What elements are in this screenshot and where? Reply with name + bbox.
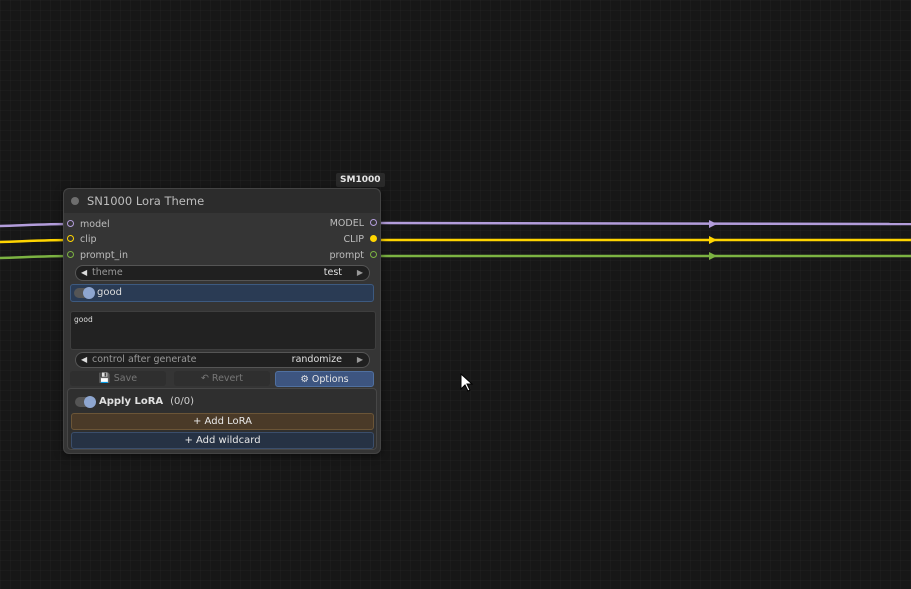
lora-count: (0/0) <box>170 396 195 407</box>
good-toggle-row[interactable]: good <box>70 284 374 302</box>
lora-theme-node[interactable]: SN1000 Lora Theme model clip prompt_in M… <box>63 188 381 454</box>
left-arrow-icon[interactable]: ◀ <box>81 353 87 367</box>
control-after-generate-combo[interactable]: ◀ control after generate randomize ▶ <box>75 352 370 368</box>
slot-label: prompt <box>329 250 364 261</box>
slot-label: prompt_in <box>80 250 128 261</box>
good-toggle[interactable] <box>74 287 95 299</box>
toggle-label: good <box>97 287 122 298</box>
slot-dot-icon[interactable] <box>370 235 377 242</box>
output-slot-clip[interactable]: CLIP <box>344 233 377 247</box>
collapse-dot-icon[interactable] <box>71 197 79 205</box>
text-input[interactable]: good <box>70 311 376 350</box>
combo-value: test <box>323 267 342 278</box>
input-slot-clip[interactable]: clip <box>67 233 97 247</box>
graph-canvas[interactable]: SM1000 SN1000 Lora Theme model clip prom… <box>0 0 911 589</box>
node-badge: SM1000 <box>336 173 385 187</box>
toggle-knob-icon <box>83 287 95 299</box>
combo-label: theme <box>92 267 123 278</box>
arrow-prompt <box>709 252 717 260</box>
input-slot-prompt-in[interactable]: prompt_in <box>67 249 128 263</box>
slot-dot-icon[interactable] <box>67 251 74 258</box>
slot-label: CLIP <box>343 234 364 245</box>
slot-label: model <box>80 219 110 230</box>
mouse-cursor-icon <box>460 373 474 392</box>
apply-lora-label: Apply LoRA (0/0) <box>99 396 194 407</box>
theme-combo[interactable]: ◀ theme test ▶ <box>75 265 370 281</box>
node-title-bar[interactable]: SN1000 Lora Theme <box>64 189 380 213</box>
options-button[interactable]: ⚙ Options <box>275 371 374 387</box>
lora-panel: Apply LoRA (0/0) + Add LoRA + Add wildca… <box>67 388 377 450</box>
right-arrow-icon[interactable]: ▶ <box>357 353 363 367</box>
input-slot-model[interactable]: model <box>67 218 110 232</box>
output-slot-prompt[interactable]: prompt <box>329 249 377 263</box>
apply-lora-text: Apply LoRA <box>99 396 164 407</box>
link-clip-in <box>0 238 71 244</box>
link-prompt-in <box>0 254 71 260</box>
node-title: SN1000 Lora Theme <box>87 194 205 208</box>
arrow-clip <box>709 236 717 244</box>
slot-dot-icon[interactable] <box>370 219 377 226</box>
save-button[interactable]: 💾 Save <box>70 371 166 386</box>
slot-dot-icon[interactable] <box>67 235 74 242</box>
slot-label: MODEL <box>329 218 364 229</box>
left-arrow-icon[interactable]: ◀ <box>81 266 87 280</box>
right-arrow-icon[interactable]: ▶ <box>357 266 363 280</box>
add-lora-button[interactable]: + Add LoRA <box>71 413 374 430</box>
link-model-out <box>373 221 911 226</box>
output-slot-model[interactable]: MODEL <box>330 217 377 231</box>
revert-button[interactable]: ↶ Revert <box>174 371 270 386</box>
slot-label: clip <box>80 234 97 245</box>
slot-dot-icon[interactable] <box>67 220 74 227</box>
add-wildcard-button[interactable]: + Add wildcard <box>71 432 374 449</box>
arrow-model <box>709 220 717 228</box>
link-model-in <box>0 222 71 228</box>
combo-value: randomize <box>291 354 342 365</box>
combo-label: control after generate <box>92 354 197 365</box>
toggle-knob-icon <box>84 396 96 408</box>
apply-lora-toggle[interactable] <box>75 396 96 408</box>
slot-dot-icon[interactable] <box>370 251 377 258</box>
